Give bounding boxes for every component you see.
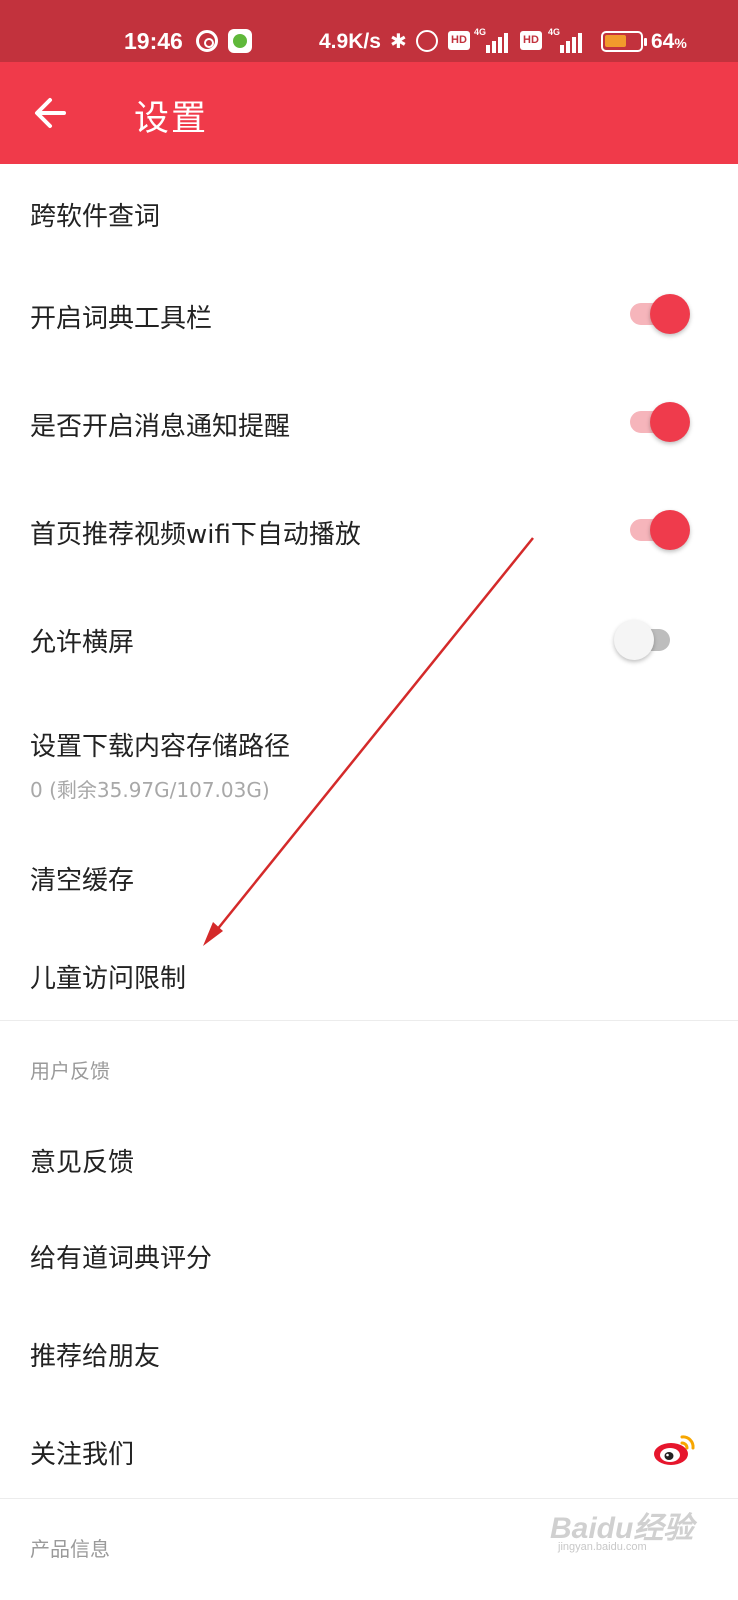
app-bar: 设置 (0, 62, 738, 164)
setting-label: 意见反馈 (30, 1148, 135, 1178)
battery-level: 64% (651, 30, 687, 53)
setting-label: 关注我们 (30, 1440, 135, 1470)
weibo-icon[interactable] (652, 1432, 696, 1468)
setting-label: 跨软件查词 (30, 202, 161, 232)
setting-label: 是否开启消息通知提醒 (30, 412, 291, 442)
setting-download-path[interactable]: 设置下载内容存储路径 0 (剩余35.97G/107.03G) (0, 694, 738, 828)
status-bar: 19:46 4.9K/s ✱ HD 4G HD 4G 64% (0, 0, 738, 62)
hd-voice-icon: HD (448, 31, 470, 50)
section-header-product: 产品信息 (30, 1537, 110, 1561)
setting-label: 推荐给朋友 (30, 1342, 161, 1372)
battery-icon (601, 31, 647, 52)
setting-allow-landscape[interactable]: 允许横屏 (0, 586, 738, 694)
setting-message-notify[interactable]: 是否开启消息通知提醒 (0, 370, 738, 478)
back-button[interactable] (28, 90, 74, 136)
wifi-autoplay-toggle[interactable] (628, 510, 690, 550)
setting-label: 首页推荐视频wifi下自动播放 (30, 520, 361, 550)
setting-feedback[interactable]: 意见反馈 (0, 1110, 738, 1208)
watermark-url: jingyan.baidu.com (558, 1541, 647, 1553)
setting-wifi-autoplay[interactable]: 首页推荐视频wifi下自动播放 (0, 478, 738, 586)
network-type: 4G (548, 27, 561, 37)
bluetooth-icon: ✱ (390, 31, 407, 53)
arrow-left-icon (35, 98, 66, 128)
setting-child-restriction[interactable]: 儿童访问限制 (0, 926, 738, 1020)
page-title: 设置 (134, 99, 209, 139)
alarm-icon (416, 30, 438, 52)
setting-clear-cache[interactable]: 清空缓存 (0, 828, 738, 926)
battery-fill (605, 35, 626, 47)
network-type: 4G (474, 27, 487, 37)
storage-info: 0 (剩余35.97G/107.03G) (30, 778, 270, 802)
section-header-feedback: 用户反馈 (30, 1059, 110, 1083)
divider (0, 1020, 738, 1021)
allow-landscape-toggle[interactable] (614, 620, 676, 660)
setting-rate-app[interactable]: 给有道词典评分 (0, 1208, 738, 1304)
hd-voice-icon: HD (520, 31, 542, 50)
setting-recommend[interactable]: 推荐给朋友 (0, 1304, 738, 1400)
setting-label: 开启词典工具栏 (30, 304, 213, 334)
message-notify-toggle[interactable] (628, 402, 690, 442)
setting-follow-us[interactable]: 关注我们 (0, 1400, 738, 1498)
netease-music-icon (196, 30, 218, 52)
network-speed: 4.9K/s (319, 30, 381, 53)
signal-icon: 4G (474, 27, 512, 53)
qq-music-icon (228, 29, 252, 53)
setting-label: 清空缓存 (30, 866, 135, 896)
setting-label: 儿童访问限制 (30, 964, 187, 994)
status-time: 19:46 (124, 28, 183, 54)
setting-label: 给有道词典评分 (30, 1244, 213, 1274)
setting-cross-app-lookup[interactable]: 跨软件查词 (0, 164, 738, 262)
baidu-jingyan-watermark: Baidu经验 jingyan.baidu.com (550, 1495, 700, 1565)
signal-icon: 4G (548, 27, 586, 53)
setting-dict-toolbar[interactable]: 开启词典工具栏 (0, 262, 738, 370)
setting-label: 设置下载内容存储路径 (30, 732, 291, 762)
setting-label: 允许横屏 (30, 628, 135, 658)
dict-toolbar-toggle[interactable] (628, 294, 690, 334)
